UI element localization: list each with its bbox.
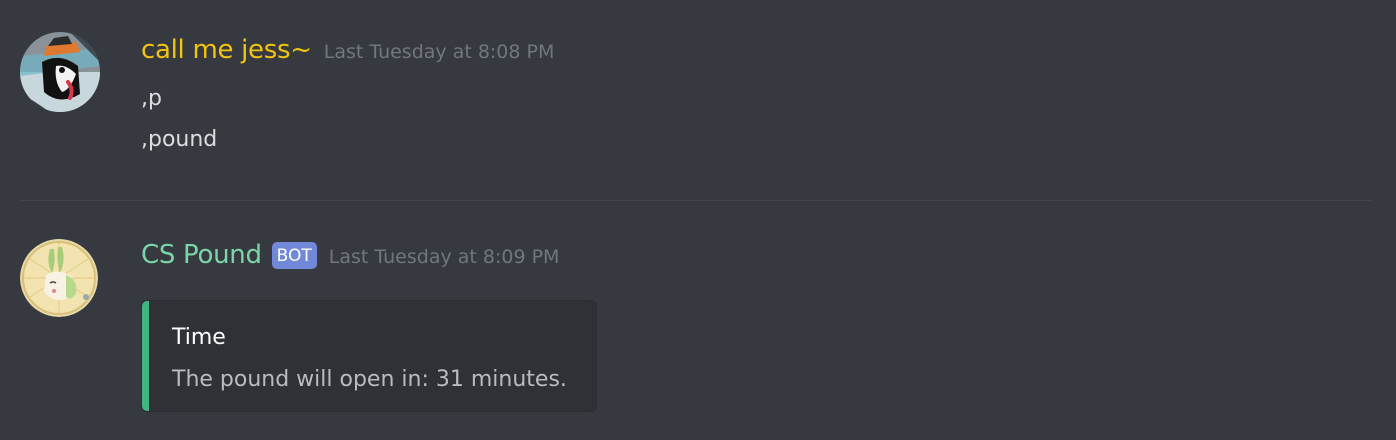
message-header: call me jess~ Last Tuesday at 8:08 PM (141, 35, 554, 65)
husky-dog-avatar-icon (20, 32, 100, 112)
chat-messages: call me jess~ Last Tuesday at 8:08 PM ,p… (0, 0, 1396, 440)
message-group: call me jess~ Last Tuesday at 8:08 PM ,p… (0, 0, 1396, 200)
username[interactable]: call me jess~ (141, 35, 312, 65)
message-group: CS Pound BOT Last Tuesday at 8:09 PM Tim… (0, 202, 1396, 440)
bot-tag-badge: BOT (271, 242, 317, 269)
message-divider (20, 200, 1372, 201)
embed-title: Time (172, 325, 226, 350)
embed-description: The pound will open in: 31 minutes. (172, 367, 567, 392)
green-bunny-avatar-icon (20, 239, 98, 317)
message-text: ,p (141, 86, 162, 111)
user-avatar[interactable] (20, 32, 100, 112)
embed-accent-bar (142, 301, 149, 411)
bot-username[interactable]: CS Pound (141, 240, 262, 270)
bot-avatar[interactable] (20, 239, 98, 317)
embed-card: Time The pound will open in: 31 minutes. (141, 300, 597, 412)
timestamp[interactable]: Last Tuesday at 8:08 PM (324, 41, 555, 63)
timestamp[interactable]: Last Tuesday at 8:09 PM (329, 246, 560, 268)
message-text: ,pound (141, 127, 218, 152)
message-header: CS Pound BOT Last Tuesday at 8:09 PM (141, 240, 559, 271)
